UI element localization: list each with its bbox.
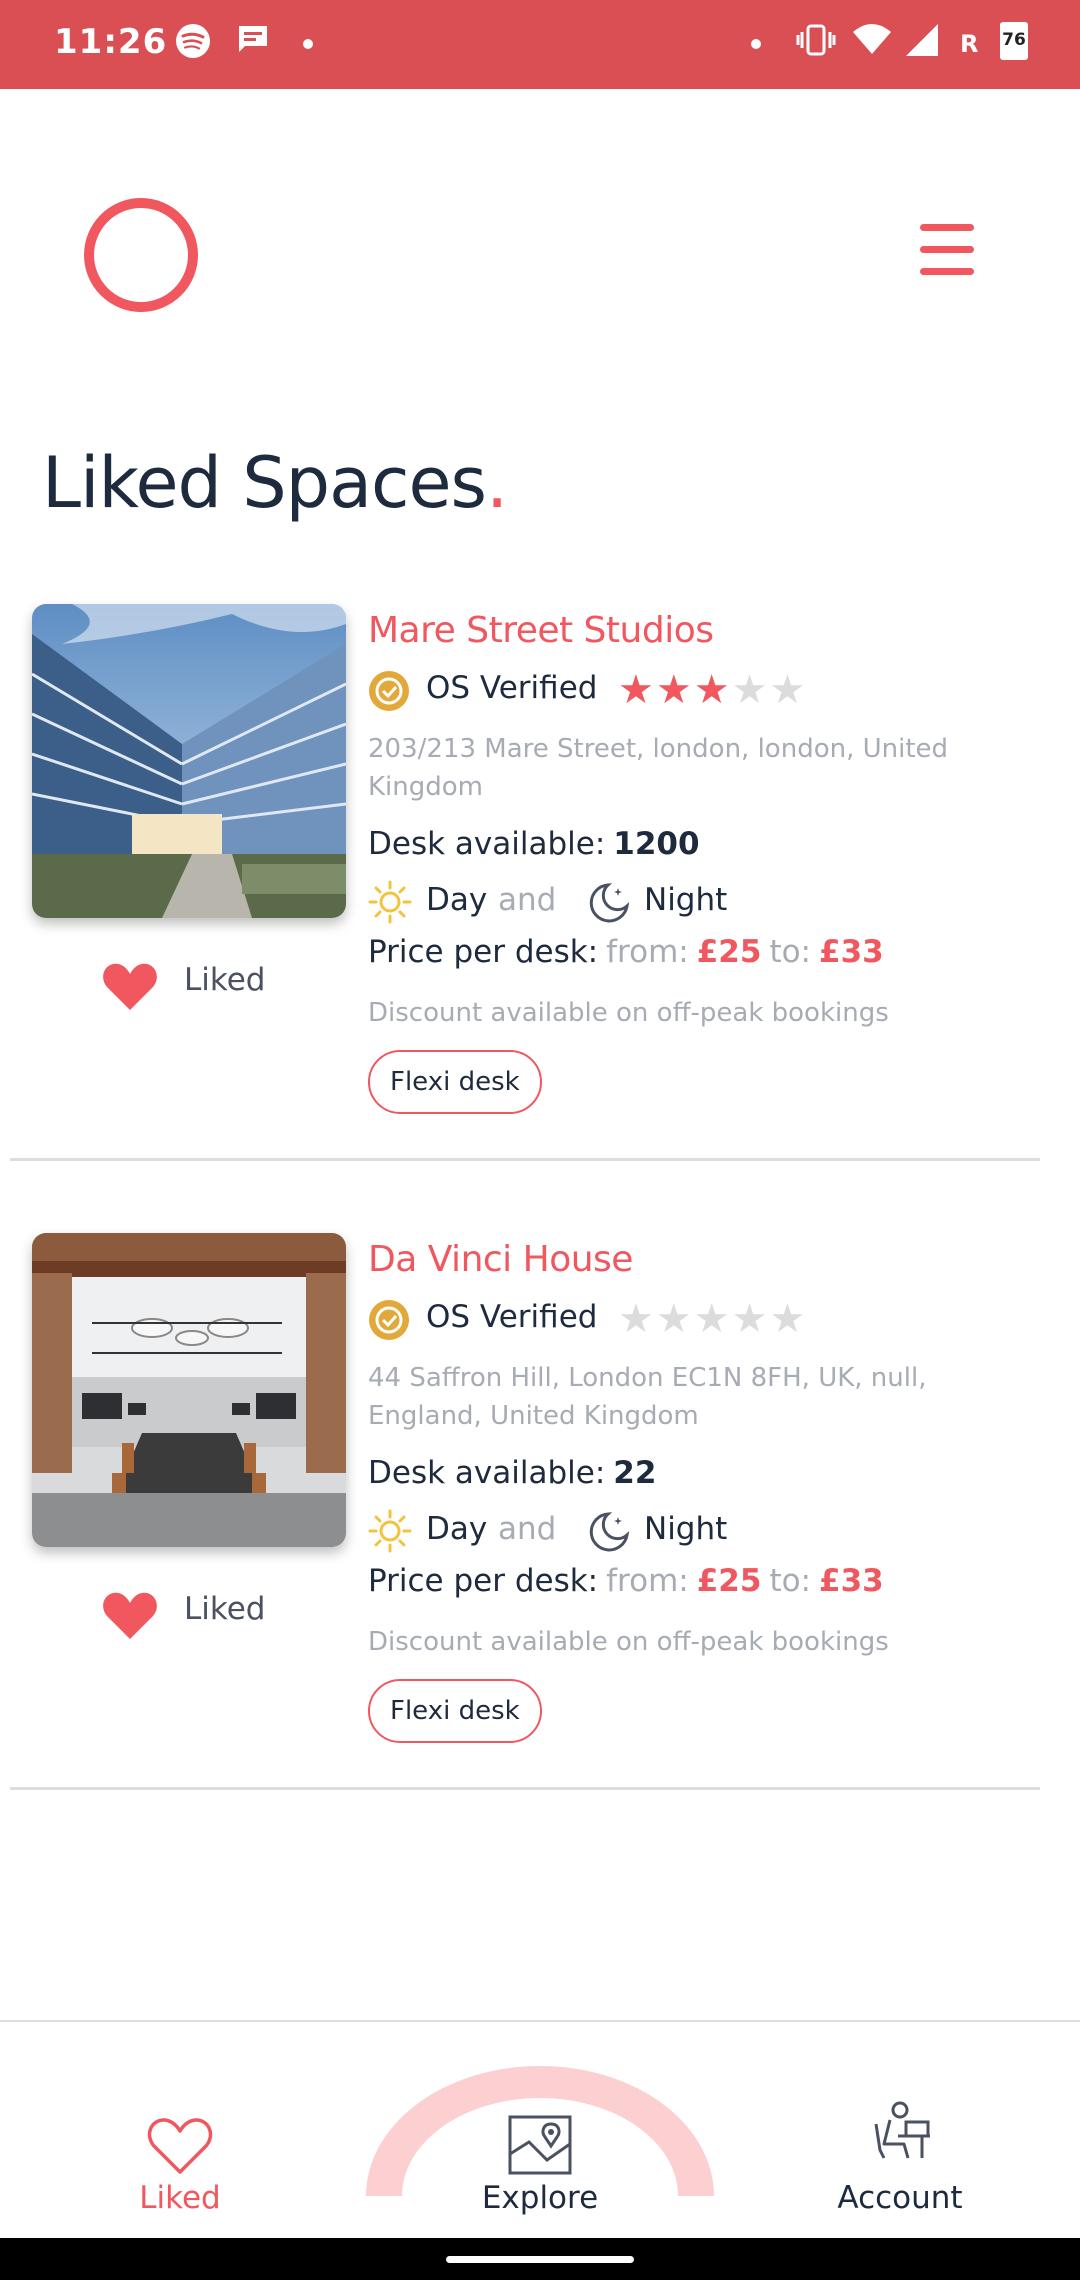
notification-dot-icon [303,39,313,49]
desk-count: 1200 [613,826,700,862]
price-to: £33 [819,934,884,970]
space-address: 44 Saffron Hill, London EC1N 8FH, UK, nu… [368,1363,927,1431]
star-empty-icon: ★ [769,667,806,713]
flexi-desk-tag[interactable]: Flexi desk [368,1050,542,1114]
nav-label: Liked [139,2180,221,2216]
star-filled-icon: ★ [618,667,654,713]
availability-hours: Day and Night [368,876,868,928]
desk-availability: Desk available: 1200 [368,826,700,862]
hamburger-icon [920,224,974,231]
map-icon [508,2115,572,2175]
space-name[interactable]: Mare Street Studios [368,610,714,651]
star-filled-icon: ★ [693,667,730,713]
price-per-desk: Price per desk: from: £25 to: £33 [368,934,884,970]
star-empty-icon: ★ [769,1296,806,1342]
message-icon [239,26,267,52]
sun-icon [368,880,412,924]
star-empty-icon: ★ [693,1296,730,1342]
building-image [32,604,346,918]
star-empty-icon: ★ [731,1296,768,1342]
night-label: Night [644,882,728,918]
verified-label: OS Verified [426,1299,598,1335]
desk-chair-icon [874,2101,930,2159]
space-name[interactable]: Da Vinci House [368,1239,633,1280]
moon-icon [589,1512,630,1552]
price-from: £25 [696,1563,762,1599]
liked-label: Liked [184,962,266,998]
nav-label: Account [837,2180,963,2216]
heart-outline-icon [147,2118,213,2174]
day-label: Day [426,882,488,918]
menu-button[interactable] [920,222,974,280]
space-photo[interactable] [32,604,346,918]
network-type-label: R [960,30,979,58]
star-empty-icon: ★ [655,1296,692,1342]
app-logo-icon [84,198,198,312]
office-interior-image [32,1233,346,1547]
battery-icon: 76 [1000,22,1028,60]
price-to: £33 [819,1563,884,1599]
and-label: and [498,882,557,918]
price-per-desk: Price per desk: from: £25 to: £33 [368,1563,884,1599]
sun-icon [368,1509,412,1553]
spotify-icon [176,24,210,58]
discount-note: Discount available on off-peak bookings [368,1627,889,1657]
vibrate-icon [796,24,836,56]
system-navigation-bar [0,2238,1080,2280]
notification-dot-icon [751,39,761,49]
heart-filled-icon [103,963,157,1010]
day-label: Day [426,1511,488,1547]
nav-label: Explore [481,2180,599,2216]
liked-label: Liked [184,1591,266,1627]
card-divider [10,1158,1040,1161]
discount-note: Discount available on off-peak bookings [368,998,889,1028]
page-title: Liked Spaces. [42,442,508,524]
verified-badge-icon [369,1300,409,1340]
desk-count: 22 [613,1455,657,1491]
verified-badge-icon [369,671,409,711]
nav-account[interactable]: Account [800,2022,1000,2240]
and-label: and [498,1511,557,1547]
star-rating: ★★★★★ [618,668,807,712]
night-label: Night [644,1511,728,1547]
availability-hours: Day and Night [368,1505,868,1557]
battery-level: 76 [1002,30,1026,50]
desk-availability: Desk available: 22 [368,1455,657,1491]
star-rating: ★★★★★ [618,1297,807,1341]
flexi-desk-tag[interactable]: Flexi desk [368,1679,542,1743]
nav-explore[interactable]: Explore [360,2022,720,2240]
verified-label: OS Verified [426,670,598,706]
star-filled-icon: ★ [655,667,692,713]
bottom-nav: Liked Explore Account [0,2020,1080,2238]
moon-icon [589,883,630,923]
card-divider [10,1787,1040,1790]
nav-liked[interactable]: Liked [80,2022,280,2240]
status-time: 11:26 [54,22,168,62]
space-address: 203/213 Mare Street, london, london, Uni… [368,734,949,802]
space-card[interactable]: Liked Mare Street Studios OS Verified ★★… [0,604,1080,1194]
home-indicator[interactable] [446,2256,634,2263]
wifi-icon [853,24,891,54]
cellular-signal-icon [906,24,938,56]
price-from: £25 [696,934,762,970]
star-empty-icon: ★ [618,1296,654,1342]
status-bar: 11:26 R 76 [0,0,1080,89]
space-photo[interactable] [32,1233,346,1547]
heart-filled-icon [103,1592,157,1639]
space-card[interactable]: Liked Da Vinci House OS Verified ★★★★★ 4… [0,1233,1080,1823]
star-empty-icon: ★ [731,667,768,713]
